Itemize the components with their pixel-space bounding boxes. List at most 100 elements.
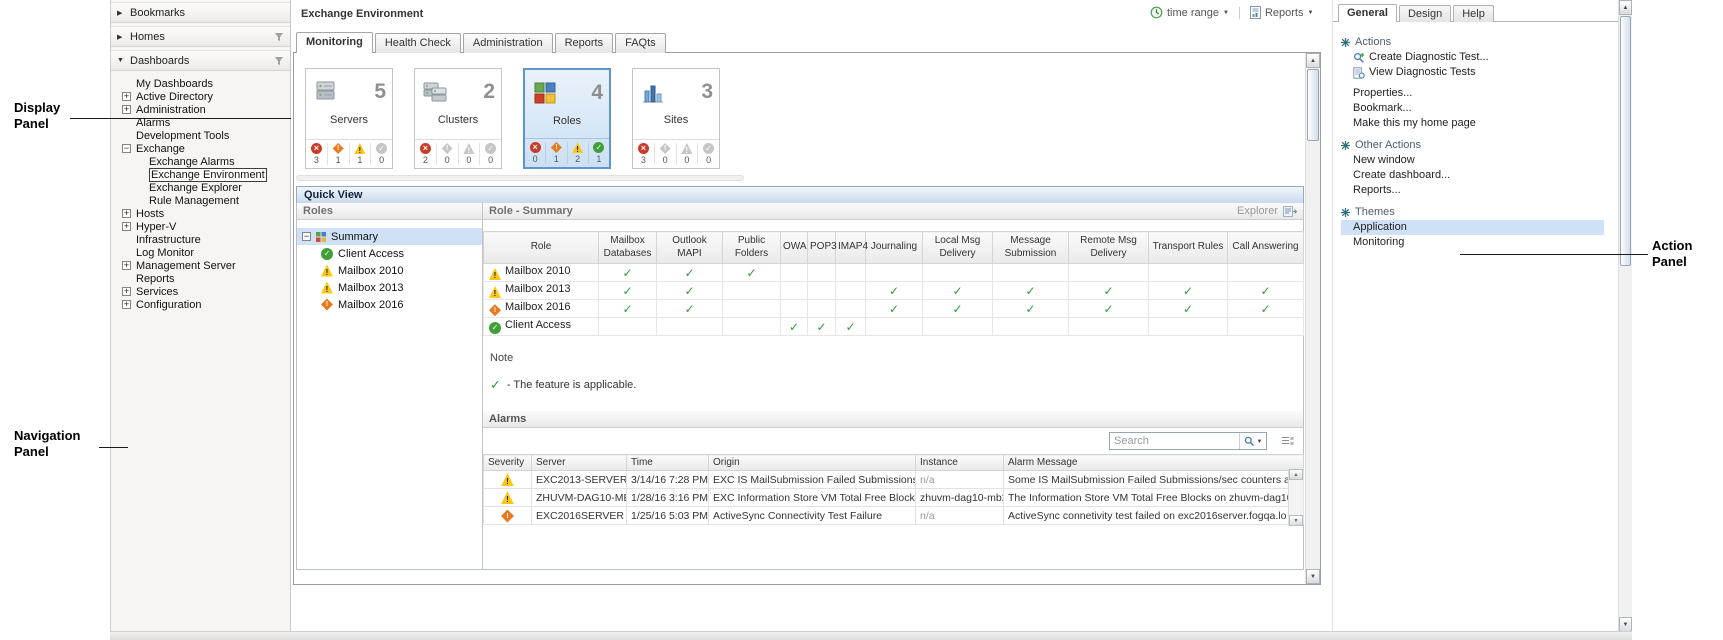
scrollbar-thumb[interactable] [1307,69,1319,141]
reports-menu-label[interactable]: Reports [1265,7,1304,19]
nav-item-reports[interactable]: Reports [111,273,290,286]
nav-item-rule-management[interactable]: Rule Management [111,195,290,208]
tile-clusters[interactable]: 2Clusters2000 [414,68,502,169]
search-button[interactable]: ▼ [1239,433,1266,449]
tiles-horizontal-scrollbar[interactable] [296,175,744,181]
alarms-scrollbar[interactable]: ▲ ▼ [1288,469,1303,526]
action-item-properties[interactable]: Properties... [1341,86,1610,101]
scroll-up-icon[interactable]: ▲ [1619,0,1632,15]
plus-expander-icon[interactable]: + [122,261,131,270]
customizer-icon[interactable] [1281,436,1294,447]
feature-cell [923,264,993,282]
action-item-view-diagnostic-tests[interactable]: View Diagnostic Tests [1341,65,1610,80]
tile-servers[interactable]: 5Servers3110 [305,68,393,169]
nav-item-label: Administration [136,104,206,116]
nav-item-exchange-environment[interactable]: Exchange Environment [111,169,290,182]
tab-design[interactable]: Design [1399,5,1451,22]
nav-item-label: My Dashboards [136,78,213,90]
nav-item-exchange[interactable]: −Exchange [111,143,290,156]
nav-item-services[interactable]: +Services [111,286,290,299]
plus-expander-icon[interactable]: + [122,222,131,231]
nav-item-hosts[interactable]: +Hosts [111,208,290,221]
scroll-down-icon[interactable]: ▼ [1289,515,1303,526]
tab-faqts[interactable]: FAQts [615,33,666,53]
alarm-row[interactable]: EXC2016SERVER1/25/16 5:03 PMActiveSync C… [484,507,1304,525]
roles-tree-item-client-access[interactable]: Client Access [297,245,482,262]
alarm-row[interactable]: EXC2013-SERVER3/14/16 7:28 PMEXC IS Mail… [484,471,1304,489]
nav-item-management-server[interactable]: +Management Server [111,260,290,273]
section-header-themes[interactable]: Themes [1341,204,1610,220]
search-input[interactable] [1110,434,1239,448]
section-header-other-actions[interactable]: Other Actions [1341,137,1610,153]
tab-help[interactable]: Help [1453,5,1494,22]
roles-tree-item-mailbox-2013[interactable]: Mailbox 2013 [297,279,482,296]
plus-expander-icon[interactable]: + [122,105,131,114]
tab-monitoring[interactable]: Monitoring [296,32,373,53]
action-item-reports[interactable]: Reports... [1341,183,1610,198]
time-range-label[interactable]: time range [1167,7,1219,19]
action-item-create-dashboard[interactable]: Create dashboard... [1341,168,1610,183]
nav-section-label: Homes [130,31,165,43]
feature-cell [1069,318,1149,336]
tab-reports[interactable]: Reports [555,33,614,53]
alarm-row[interactable]: ZHUVM-DAG10-MB21/28/16 3:16 PMEXC Inform… [484,489,1304,507]
filter-icon[interactable] [274,32,284,42]
scroll-up-icon[interactable]: ▲ [1306,53,1320,68]
warning-severity-icon [501,473,514,486]
nav-item-development-tools[interactable]: Development Tools [111,130,290,143]
tile-roles[interactable]: 4Roles0121 [523,68,611,169]
action-item-make-this-my-home-page[interactable]: Make this my home page [1341,116,1610,131]
action-item-bookmark[interactable]: Bookmark... [1341,101,1610,116]
alarm-time: 1/25/16 5:03 PM [627,507,709,525]
scroll-up-icon[interactable]: ▲ [1289,469,1303,480]
nav-section-bookmarks[interactable]: ▶Bookmarks [111,2,290,23]
scrollbar-thumb[interactable] [1620,16,1631,266]
reports-icon[interactable] [1250,6,1261,19]
main-vertical-scrollbar[interactable]: ▲ ▼ [1305,53,1320,584]
feature-cell [836,300,866,318]
action-item-monitoring[interactable]: Monitoring [1341,235,1610,250]
action-item-application[interactable]: Application [1341,220,1604,235]
tile-sites[interactable]: 3Sites3000 [632,68,720,169]
section-header-actions[interactable]: Actions [1341,34,1610,50]
nav-item-my-dashboards[interactable]: My Dashboards [111,78,290,91]
tab-administration[interactable]: Administration [463,33,553,53]
nav-item-configuration[interactable]: +Configuration [111,299,290,312]
nav-item-administration[interactable]: + Administration [111,104,290,117]
roles-tree-item-mailbox-2016[interactable]: Mailbox 2016 [297,296,482,313]
nav-item-log-monitor[interactable]: Log Monitor [111,247,290,260]
minus-expander-icon[interactable]: − [302,232,311,241]
filter-icon[interactable] [274,56,284,66]
plus-expander-icon[interactable]: + [122,300,131,309]
roles-tree-summary[interactable]: −Summary [297,228,482,245]
explorer-label[interactable]: Explorer [1237,203,1278,219]
nav-item-hyper-v[interactable]: +Hyper-V [111,221,290,234]
scroll-down-icon[interactable]: ▼ [1306,569,1320,584]
nav-item-active-directory[interactable]: +Active Directory [111,91,290,104]
action-item-new-window[interactable]: New window [1341,153,1610,168]
horizontal-scrollbar[interactable] [110,631,1632,640]
annotation-text: Panel [14,444,80,460]
scroll-down-icon[interactable]: ▼ [1619,617,1632,632]
nav-item-infrastructure[interactable]: Infrastructure [111,234,290,247]
action-item-create-diagnostic-test[interactable]: Create Diagnostic Test... [1341,50,1610,65]
chevron-down-icon[interactable]: ▼ [1307,9,1313,16]
minus-expander-icon[interactable]: − [122,144,131,153]
time-range-icon[interactable] [1150,6,1163,19]
right-scrollbar[interactable]: ▲ ▼ [1618,0,1632,632]
plus-expander-icon[interactable]: + [122,287,131,296]
roles-tree-item-mailbox-2010[interactable]: Mailbox 2010 [297,262,482,279]
navigation-panel: ▶Bookmarks ▶Homes ▼Dashboards My Dashboard… [110,0,291,632]
tab-general[interactable]: General [1338,4,1397,22]
feature-cell [993,264,1069,282]
nav-item-exchange-explorer[interactable]: Exchange Explorer [111,182,290,195]
plus-expander-icon[interactable]: + [122,209,131,218]
nav-section-dashboards[interactable]: ▼Dashboards [111,50,290,71]
chevron-down-icon[interactable]: ▼ [1223,9,1229,16]
tab-health-check[interactable]: Health Check [375,33,461,53]
column-header: Time [627,455,709,471]
nav-section-homes[interactable]: ▶Homes [111,26,290,47]
explorer-icon[interactable] [1283,206,1297,217]
plus-expander-icon[interactable]: + [122,92,131,101]
explorer-link[interactable]: Explorer [1237,203,1297,219]
